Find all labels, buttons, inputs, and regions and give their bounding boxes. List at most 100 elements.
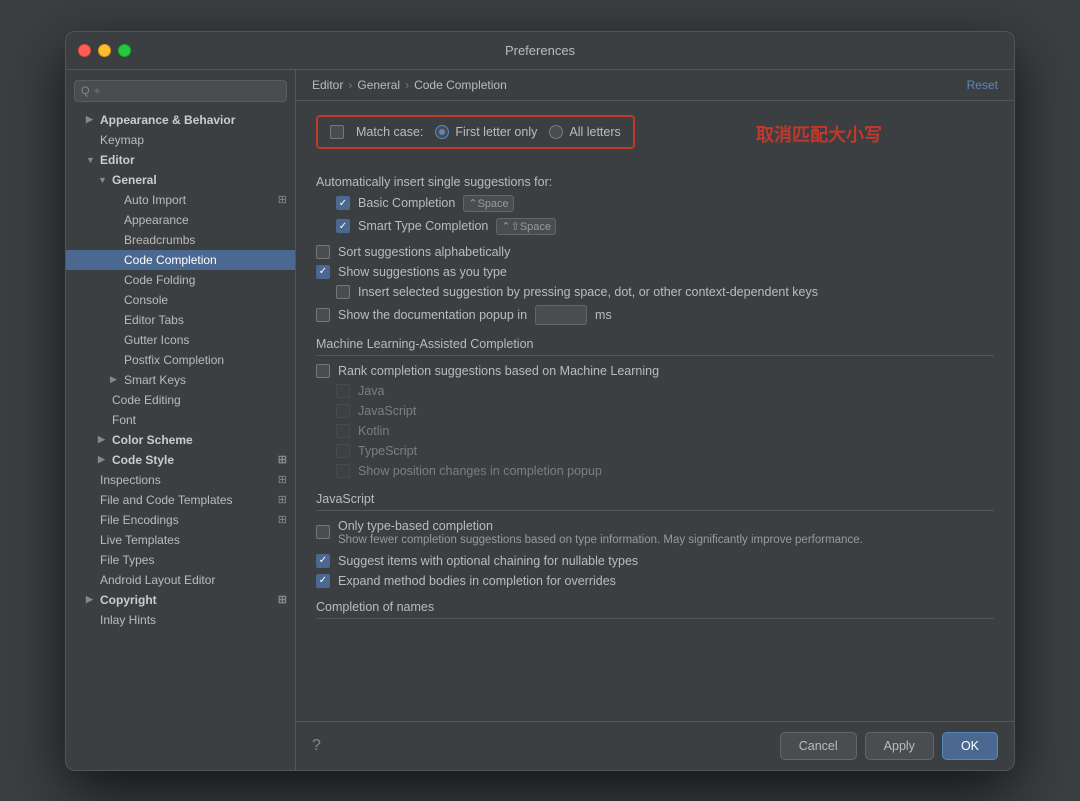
typescript-row: TypeScript — [316, 444, 994, 458]
dialog-title: Preferences — [505, 43, 575, 58]
show-position-label: Show position changes in completion popu… — [358, 464, 602, 478]
expand-method-label: Expand method bodies in completion for o… — [338, 574, 616, 588]
sidebar-item-code-completion[interactable]: ▶ Code Completion — [66, 250, 295, 270]
radio-first-letter[interactable] — [435, 125, 449, 139]
reset-button[interactable]: Reset — [967, 78, 998, 92]
breadcrumb-current: Code Completion — [414, 78, 507, 92]
kotlin-label: Kotlin — [358, 424, 389, 438]
sort-alpha-checkbox[interactable] — [316, 245, 330, 259]
sidebar-item-console[interactable]: ▶ Console — [66, 290, 295, 310]
sidebar-item-file-code-templates[interactable]: ▶ File and Code Templates ⊞ — [66, 490, 295, 510]
only-type-based-checkbox[interactable] — [316, 525, 330, 539]
sidebar-item-code-style[interactable]: ▶ Code Style ⊞ — [66, 450, 295, 470]
completion-names-header: Completion of names — [316, 600, 994, 619]
sort-alpha-label: Sort suggestions alphabetically — [338, 245, 510, 259]
java-checkbox[interactable] — [336, 384, 350, 398]
sidebar-item-file-encodings[interactable]: ▶ File Encodings ⊞ — [66, 510, 295, 530]
ml-section-header: Machine Learning-Assisted Completion — [316, 337, 994, 356]
match-case-label: Match case: — [356, 125, 423, 139]
sidebar-item-font[interactable]: ▶ Font — [66, 410, 295, 430]
only-type-based-label: Only type-based completion — [338, 519, 863, 533]
arrow-icon: ▼ — [98, 175, 108, 185]
javascript-ml-checkbox[interactable] — [336, 404, 350, 418]
sidebar-item-code-folding[interactable]: ▶ Code Folding — [66, 270, 295, 290]
expand-method-checkbox[interactable] — [316, 574, 330, 588]
smart-type-shortcut: ⌃⇧Space — [496, 218, 556, 235]
search-icon: Q — [81, 85, 90, 97]
ms-unit-label: ms — [595, 308, 612, 322]
doc-icon: ⊞ — [278, 493, 287, 506]
show-position-checkbox[interactable] — [336, 464, 350, 478]
content-area: Match case: First letter only All letter… — [296, 101, 1014, 721]
sidebar-item-editor[interactable]: ▼ Editor — [66, 150, 295, 170]
sort-alpha-row: Sort suggestions alphabetically — [316, 245, 994, 259]
sidebar-item-keymap[interactable]: ▶ Keymap — [66, 130, 295, 150]
show-suggestions-row: Show suggestions as you type — [316, 265, 994, 279]
javascript-ml-label: JavaScript — [358, 404, 416, 418]
rank-ml-checkbox[interactable] — [316, 364, 330, 378]
show-doc-popup-row: Show the documentation popup in 1000 ms — [316, 305, 994, 325]
sidebar-item-appearance-behavior[interactable]: ▶ Appearance & Behavior — [66, 110, 295, 130]
sidebar-item-appearance[interactable]: ▶ Appearance — [66, 210, 295, 230]
match-case-checkbox[interactable] — [330, 125, 344, 139]
arrow-icon: ▶ — [110, 374, 120, 385]
basic-completion-shortcut: ⌃Space — [463, 195, 513, 212]
close-button[interactable] — [78, 44, 91, 57]
sidebar-item-live-templates[interactable]: ▶ Live Templates — [66, 530, 295, 550]
main-panel: Editor › General › Code Completion Reset… — [296, 70, 1014, 770]
suggest-chaining-checkbox[interactable] — [316, 554, 330, 568]
annotation-text: 取消匹配大小写 — [756, 121, 882, 147]
doc-icon: ⊞ — [278, 473, 287, 486]
sidebar: Q ▶ Appearance & Behavior ▶ Keymap ▼ Edi… — [66, 70, 296, 770]
sidebar-item-auto-import[interactable]: ▶ Auto Import ⊞ — [66, 190, 295, 210]
js-section-header: JavaScript — [316, 492, 994, 511]
insert-selected-checkbox[interactable] — [336, 285, 350, 299]
sidebar-item-file-types[interactable]: ▶ File Types — [66, 550, 295, 570]
breadcrumb: Editor › General › Code Completion — [312, 78, 507, 92]
breadcrumb-general: General — [357, 78, 400, 92]
sidebar-item-inspections[interactable]: ▶ Inspections ⊞ — [66, 470, 295, 490]
sidebar-item-android-layout-editor[interactable]: ▶ Android Layout Editor — [66, 570, 295, 590]
expand-method-row: Expand method bodies in completion for o… — [316, 574, 994, 588]
minimize-button[interactable] — [98, 44, 111, 57]
arrow-icon: ▶ — [98, 434, 108, 445]
basic-completion-checkbox[interactable] — [336, 196, 350, 210]
insert-selected-label: Insert selected suggestion by pressing s… — [358, 285, 818, 299]
sidebar-item-copyright[interactable]: ▶ Copyright ⊞ — [66, 590, 295, 610]
sidebar-item-smart-keys[interactable]: ▶ Smart Keys — [66, 370, 295, 390]
search-box[interactable]: Q — [74, 80, 287, 102]
match-case-box: Match case: First letter only All letter… — [316, 115, 635, 149]
only-type-based-row: Only type-based completion Show fewer co… — [316, 519, 994, 546]
help-icon[interactable]: ? — [312, 737, 321, 755]
sidebar-item-inlay-hints[interactable]: ▶ Inlay Hints — [66, 610, 295, 630]
doc-popup-ms-input[interactable]: 1000 — [535, 305, 587, 325]
sidebar-item-code-editing[interactable]: ▶ Code Editing — [66, 390, 295, 410]
maximize-button[interactable] — [118, 44, 131, 57]
ok-button[interactable]: OK — [942, 732, 998, 760]
show-suggestions-label: Show suggestions as you type — [338, 265, 507, 279]
sidebar-item-postfix-completion[interactable]: ▶ Postfix Completion — [66, 350, 295, 370]
sidebar-item-breadcrumbs[interactable]: ▶ Breadcrumbs — [66, 230, 295, 250]
show-position-row: Show position changes in completion popu… — [316, 464, 994, 478]
apply-button[interactable]: Apply — [865, 732, 934, 760]
show-doc-popup-checkbox[interactable] — [316, 308, 330, 322]
kotlin-checkbox[interactable] — [336, 424, 350, 438]
suggest-chaining-label: Suggest items with optional chaining for… — [338, 554, 638, 568]
doc-icon: ⊞ — [278, 593, 287, 606]
sidebar-item-color-scheme[interactable]: ▶ Color Scheme — [66, 430, 295, 450]
typescript-checkbox[interactable] — [336, 444, 350, 458]
search-input[interactable] — [94, 84, 280, 98]
show-suggestions-checkbox[interactable] — [316, 265, 330, 279]
sidebar-item-gutter-icons[interactable]: ▶ Gutter Icons — [66, 330, 295, 350]
radio-all-letters-label: All letters — [569, 125, 620, 139]
basic-completion-label: Basic Completion — [358, 196, 455, 210]
arrow-icon: ▼ — [86, 155, 96, 165]
sidebar-item-editor-tabs[interactable]: ▶ Editor Tabs — [66, 310, 295, 330]
smart-type-checkbox[interactable] — [336, 219, 350, 233]
sidebar-item-general[interactable]: ▼ General — [66, 170, 295, 190]
arrow-icon: ▶ — [98, 454, 108, 465]
cancel-button[interactable]: Cancel — [780, 732, 857, 760]
radio-all-letters[interactable] — [549, 125, 563, 139]
show-doc-popup-label: Show the documentation popup in — [338, 308, 527, 322]
suggest-chaining-row: Suggest items with optional chaining for… — [316, 554, 994, 568]
